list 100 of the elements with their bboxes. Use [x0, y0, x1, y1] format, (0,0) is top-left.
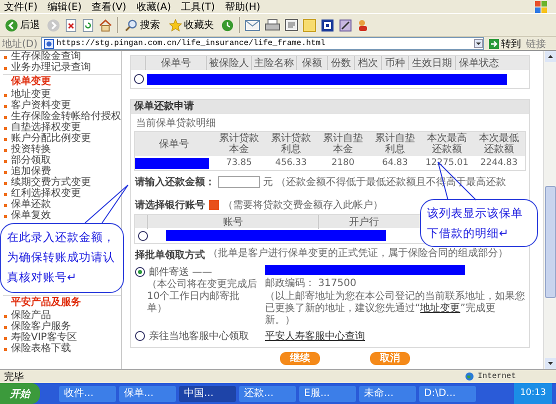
- scroll-down-icon[interactable]: [544, 358, 556, 369]
- taskbar-button[interactable]: D:\D...: [419, 386, 476, 402]
- document-icon[interactable]: [285, 19, 298, 31]
- sidebar-item[interactable]: 保险产品: [3, 310, 121, 321]
- star-icon: [169, 18, 182, 32]
- sidebar-item[interactable]: 投资转换: [3, 144, 121, 155]
- option-label: 邮件寄送 ——: [149, 266, 212, 278]
- amount-input[interactable]: [218, 176, 260, 188]
- sidebar-item[interactable]: 续期交费方式变更: [3, 177, 121, 188]
- taskbar-button[interactable]: E服...: [299, 386, 356, 402]
- radio-button[interactable]: [138, 230, 148, 240]
- menu-item[interactable]: 文件(F): [4, 0, 38, 14]
- radio-button[interactable]: [135, 331, 145, 341]
- dropdown-icon[interactable]: [474, 39, 483, 48]
- column-header: 账号: [147, 214, 318, 228]
- sidebar-item[interactable]: 生存保险金查询: [3, 51, 121, 62]
- menu-item[interactable]: 帮助(H): [224, 0, 260, 14]
- history-icon[interactable]: [221, 18, 234, 32]
- column-header: 币种: [381, 56, 408, 70]
- menu-item[interactable]: 收藏(A): [136, 0, 171, 14]
- amount-label: 请输入还款金额：: [135, 175, 215, 189]
- column-header: 保额: [296, 56, 327, 70]
- table-cell-text: 2244.83: [479, 157, 519, 170]
- sidebar-item[interactable]: 寿险VIP客专区: [3, 332, 121, 343]
- column-header: 保单号: [145, 56, 206, 70]
- section-hint: （批单是客户进行保单变更的正式凭证，属于保险合同的组成部分）: [208, 248, 508, 260]
- menu-item[interactable]: 编辑(E): [48, 0, 82, 14]
- go-button[interactable]: 转到: [487, 36, 523, 50]
- column-header: 本次最高还款额: [426, 132, 468, 156]
- section-hint: （需要将贷款交费金额存入此帐户）: [223, 198, 383, 212]
- section-title: 请选择银行账号: [135, 198, 205, 212]
- column-header: 生效日期: [408, 56, 455, 70]
- column-header: 累计贷款本金: [218, 132, 260, 156]
- callout-bubble: 该列表显示该保单下借款的明细↵: [420, 199, 538, 247]
- status-text: 完毕: [4, 370, 24, 384]
- sidebar-item[interactable]: 客户资料变更: [3, 100, 121, 111]
- sidebar-item[interactable]: 保单还款: [3, 199, 121, 210]
- taskbar-button[interactable]: 还款...: [239, 386, 296, 402]
- sidebar-item[interactable]: 保险客户服务: [3, 321, 121, 332]
- square-logo-icon[interactable]: [321, 18, 334, 32]
- sidebar-heading: 平安产品及服务: [3, 295, 121, 310]
- address-label: 地址(D): [2, 38, 38, 50]
- sidebar-item[interactable]: 地址变更: [3, 89, 121, 100]
- taskbar-button[interactable]: 中国...: [179, 386, 236, 402]
- sidebar-item[interactable]: 红利选择权变更: [3, 188, 121, 199]
- mail-icon[interactable]: [245, 19, 260, 31]
- unit-label: 元: [263, 176, 273, 189]
- taskbar-button[interactable]: 收件...: [59, 386, 116, 402]
- sidebar-item[interactable]: 生存保险金转帐给付授权: [3, 111, 121, 122]
- section-title: 择批单领取方式: [135, 248, 205, 262]
- links-label[interactable]: 链接: [526, 36, 546, 50]
- home-icon[interactable]: [99, 18, 112, 32]
- sidebar-item[interactable]: 自垫选择权变更: [3, 122, 121, 133]
- address-note: （以上邮寄地址为您在本公司登记的当前联系地址，如果您已更换了新的地址，建议您先通过“地址变更”完成更新。）: [265, 291, 525, 327]
- address-change-link[interactable]: 地址变更: [420, 303, 460, 314]
- column-header: 本次最低还款额: [478, 132, 520, 156]
- taskbar-button[interactable]: 未命...: [359, 386, 416, 402]
- zone-label: Internet: [478, 372, 516, 381]
- search-button[interactable]: 搜索: [123, 18, 162, 32]
- radio-button[interactable]: [135, 267, 145, 277]
- section-subtitle: 当前保单贷款明细: [135, 116, 217, 131]
- radio-button[interactable]: [134, 74, 144, 84]
- sidebar-item[interactable]: 部分领取: [3, 155, 121, 166]
- column-header: 累计自垫利息: [374, 132, 416, 156]
- printer-icon[interactable]: [265, 18, 280, 32]
- panel-title: 保单还款申请: [131, 100, 529, 114]
- column-header: 保单状态: [455, 56, 502, 70]
- table-cell-text: 2180: [330, 157, 356, 170]
- service-center-link[interactable]: 平安人寿客服中心查询: [265, 329, 525, 343]
- go-arrow-icon: [489, 38, 499, 48]
- sidebar-item[interactable]: 账户分配比例变更: [3, 133, 121, 144]
- column-header: 份数: [327, 56, 354, 70]
- start-button[interactable]: 开始: [0, 383, 40, 404]
- callout-bubble: 在此录入还款金额，为确保转账成功请认真核对账号↵: [0, 223, 124, 293]
- tools-icon[interactable]: [339, 18, 352, 32]
- table-cell-text: 73.85: [225, 157, 253, 170]
- refresh-icon[interactable]: [82, 18, 94, 32]
- option-label: 亲往当地客服中心领取: [149, 330, 249, 343]
- sidebar-item[interactable]: 业务办理记录查询: [3, 62, 121, 73]
- menu-item[interactable]: 工具(T): [181, 0, 215, 14]
- column-header: 保单号: [158, 138, 190, 150]
- menu-item[interactable]: 查看(V): [92, 0, 126, 14]
- windows-flag-icon: [534, 0, 548, 14]
- globe-icon: [464, 372, 474, 381]
- taskbar-button[interactable]: 保单...: [119, 386, 176, 402]
- search-icon: [125, 18, 138, 32]
- back-button[interactable]: 后退: [3, 18, 42, 32]
- column-header: 档次: [354, 56, 381, 70]
- people-icon[interactable]: [357, 18, 370, 32]
- sidebar-item[interactable]: 保险表格下载: [3, 343, 121, 354]
- scrollbar[interactable]: [543, 51, 556, 369]
- sidebar-item[interactable]: 追加保费: [3, 166, 121, 177]
- clock: 10:13: [514, 383, 552, 404]
- table-cell-text: 64.83: [381, 157, 409, 170]
- stop-icon[interactable]: [65, 18, 77, 32]
- address-field[interactable]: https://stg.pingan.com.cn/life_insurance/life_frame.html: [40, 37, 484, 50]
- scroll-up-icon[interactable]: [544, 51, 556, 62]
- sidebar-item[interactable]: 保单复效: [3, 210, 121, 221]
- sidebar-heading: 保单变更: [3, 74, 121, 89]
- favorites-button[interactable]: 收藏夹: [167, 18, 216, 32]
